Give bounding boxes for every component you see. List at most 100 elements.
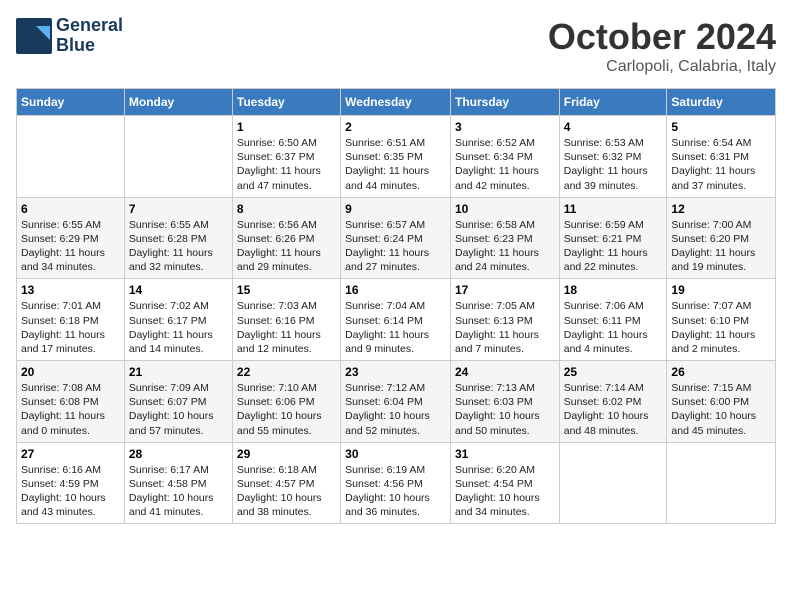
- title-block: October 2024 Carlopoli, Calabria, Italy: [548, 16, 776, 76]
- day-cell: 28 Sunrise: 6:17 AM Sunset: 4:58 PM Dayli…: [124, 442, 232, 524]
- day-number: 19: [671, 283, 771, 297]
- weekday-header-sunday: Sunday: [17, 89, 125, 116]
- day-cell: 29Sunrise: 6:18 AM Sunset: 4:57 PM Dayli…: [232, 442, 340, 524]
- day-cell: 2 Sunrise: 6:51 AM Sunset: 6:35 PM Daylig…: [341, 116, 451, 198]
- day-number: 9: [345, 202, 446, 216]
- location-title: Carlopoli, Calabria, Italy: [548, 58, 776, 76]
- day-cell: 9 Sunrise: 6:57 AM Sunset: 6:24 PM Daylig…: [341, 197, 451, 279]
- day-info: Sunrise: 6:54 AM Sunset: 6:31 PM Dayligh…: [671, 136, 771, 193]
- day-cell: 14 Sunrise: 7:02 AM Sunset: 6:17 PM Dayli…: [124, 279, 232, 361]
- day-info: Sunrise: 7:14 AM Sunset: 6:02 PM Dayligh…: [564, 381, 663, 438]
- day-cell: 21 Sunrise: 7:09 AM Sunset: 6:07 PM Dayli…: [124, 361, 232, 443]
- day-number: 26: [671, 365, 771, 379]
- day-number: 3: [455, 120, 555, 134]
- day-cell: 16 Sunrise: 7:04 AM Sunset: 6:14 PM Dayli…: [341, 279, 451, 361]
- day-cell: 19Sunrise: 7:07 AM Sunset: 6:10 PM Dayli…: [667, 279, 776, 361]
- day-info: Sunrise: 6:57 AM Sunset: 6:24 PM Dayligh…: [345, 218, 446, 275]
- day-info: Sunrise: 6:51 AM Sunset: 6:35 PM Dayligh…: [345, 136, 446, 193]
- week-row-4: 27 Sunrise: 6:16 AM Sunset: 4:59 PM Dayli…: [17, 442, 776, 524]
- day-cell: 12Sunrise: 7:00 AM Sunset: 6:20 PM Dayli…: [667, 197, 776, 279]
- day-number: 10: [455, 202, 555, 216]
- day-number: 24: [455, 365, 555, 379]
- day-info: Sunrise: 7:04 AM Sunset: 6:14 PM Dayligh…: [345, 299, 446, 356]
- day-info: Sunrise: 7:00 AM Sunset: 6:20 PM Dayligh…: [671, 218, 771, 275]
- day-cell: 10 Sunrise: 6:58 AM Sunset: 6:23 PM Dayli…: [450, 197, 559, 279]
- day-number: 7: [129, 202, 228, 216]
- day-info: Sunrise: 7:02 AM Sunset: 6:17 PM Dayligh…: [129, 299, 228, 356]
- day-cell: 8Sunrise: 6:56 AM Sunset: 6:26 PM Daylig…: [232, 197, 340, 279]
- day-info: Sunrise: 6:18 AM Sunset: 4:57 PM Dayligh…: [237, 463, 336, 520]
- day-cell: 15 Sunrise: 7:03 AM Sunset: 6:16 PM Dayli…: [232, 279, 340, 361]
- weekday-header-tuesday: Tuesday: [232, 89, 340, 116]
- day-info: Sunrise: 7:03 AM Sunset: 6:16 PM Dayligh…: [237, 299, 336, 356]
- day-info: Sunrise: 7:05 AM Sunset: 6:13 PM Dayligh…: [455, 299, 555, 356]
- day-info: Sunrise: 7:09 AM Sunset: 6:07 PM Dayligh…: [129, 381, 228, 438]
- logo-icon: [16, 18, 52, 54]
- week-row-1: 6 Sunrise: 6:55 AM Sunset: 6:29 PM Daylig…: [17, 197, 776, 279]
- day-info: Sunrise: 7:01 AM Sunset: 6:18 PM Dayligh…: [21, 299, 120, 356]
- week-row-2: 13Sunrise: 7:01 AM Sunset: 6:18 PM Dayli…: [17, 279, 776, 361]
- day-number: 4: [564, 120, 663, 134]
- weekday-header-thursday: Thursday: [450, 89, 559, 116]
- day-cell: 23 Sunrise: 7:12 AM Sunset: 6:04 PM Dayli…: [341, 361, 451, 443]
- logo-text: General Blue: [56, 16, 123, 56]
- day-number: 14: [129, 283, 228, 297]
- day-number: 23: [345, 365, 446, 379]
- weekday-header-friday: Friday: [559, 89, 667, 116]
- day-cell: 26Sunrise: 7:15 AM Sunset: 6:00 PM Dayli…: [667, 361, 776, 443]
- day-number: 25: [564, 365, 663, 379]
- day-number: 5: [671, 120, 771, 134]
- day-number: 31: [455, 447, 555, 461]
- day-cell: 27 Sunrise: 6:16 AM Sunset: 4:59 PM Dayli…: [17, 442, 125, 524]
- weekday-header-wednesday: Wednesday: [341, 89, 451, 116]
- day-number: 8: [237, 202, 336, 216]
- day-number: 16: [345, 283, 446, 297]
- weekday-header-monday: Monday: [124, 89, 232, 116]
- day-info: Sunrise: 6:59 AM Sunset: 6:21 PM Dayligh…: [564, 218, 663, 275]
- day-info: Sunrise: 6:17 AM Sunset: 4:58 PM Dayligh…: [129, 463, 228, 520]
- day-info: Sunrise: 6:19 AM Sunset: 4:56 PM Dayligh…: [345, 463, 446, 520]
- day-cell: 7Sunrise: 6:55 AM Sunset: 6:28 PM Daylig…: [124, 197, 232, 279]
- logo-line1: General: [56, 16, 123, 36]
- day-number: 28: [129, 447, 228, 461]
- day-info: Sunrise: 6:58 AM Sunset: 6:23 PM Dayligh…: [455, 218, 555, 275]
- page-header: General Blue October 2024 Carlopoli, Cal…: [16, 16, 776, 76]
- day-number: 6: [21, 202, 120, 216]
- week-row-0: 1 Sunrise: 6:50 AM Sunset: 6:37 PM Daylig…: [17, 116, 776, 198]
- calendar-header: SundayMondayTuesdayWednesdayThursdayFrid…: [17, 89, 776, 116]
- month-title: October 2024: [548, 16, 776, 58]
- day-info: Sunrise: 6:55 AM Sunset: 6:29 PM Dayligh…: [21, 218, 120, 275]
- day-number: 11: [564, 202, 663, 216]
- day-cell: 22Sunrise: 7:10 AM Sunset: 6:06 PM Dayli…: [232, 361, 340, 443]
- day-number: 21: [129, 365, 228, 379]
- day-info: Sunrise: 7:12 AM Sunset: 6:04 PM Dayligh…: [345, 381, 446, 438]
- day-info: Sunrise: 7:08 AM Sunset: 6:08 PM Dayligh…: [21, 381, 120, 438]
- calendar: SundayMondayTuesdayWednesdayThursdayFrid…: [16, 88, 776, 524]
- day-info: Sunrise: 6:20 AM Sunset: 4:54 PM Dayligh…: [455, 463, 555, 520]
- day-number: 1: [237, 120, 336, 134]
- calendar-body: 1 Sunrise: 6:50 AM Sunset: 6:37 PM Daylig…: [17, 116, 776, 524]
- day-cell: 3 Sunrise: 6:52 AM Sunset: 6:34 PM Daylig…: [450, 116, 559, 198]
- day-info: Sunrise: 6:52 AM Sunset: 6:34 PM Dayligh…: [455, 136, 555, 193]
- day-cell: 17Sunrise: 7:05 AM Sunset: 6:13 PM Dayli…: [450, 279, 559, 361]
- day-info: Sunrise: 6:16 AM Sunset: 4:59 PM Dayligh…: [21, 463, 120, 520]
- day-cell: 24 Sunrise: 7:13 AM Sunset: 6:03 PM Dayli…: [450, 361, 559, 443]
- day-number: 15: [237, 283, 336, 297]
- weekday-header-saturday: Saturday: [667, 89, 776, 116]
- day-cell: 4Sunrise: 6:53 AM Sunset: 6:32 PM Daylig…: [559, 116, 667, 198]
- day-info: Sunrise: 7:13 AM Sunset: 6:03 PM Dayligh…: [455, 381, 555, 438]
- day-cell: 13Sunrise: 7:01 AM Sunset: 6:18 PM Dayli…: [17, 279, 125, 361]
- logo-line2: Blue: [56, 36, 123, 56]
- day-number: 27: [21, 447, 120, 461]
- day-cell: [559, 442, 667, 524]
- weekday-row: SundayMondayTuesdayWednesdayThursdayFrid…: [17, 89, 776, 116]
- day-number: 2: [345, 120, 446, 134]
- day-cell: 5 Sunrise: 6:54 AM Sunset: 6:31 PM Daylig…: [667, 116, 776, 198]
- day-cell: 6 Sunrise: 6:55 AM Sunset: 6:29 PM Daylig…: [17, 197, 125, 279]
- day-cell: 18Sunrise: 7:06 AM Sunset: 6:11 PM Dayli…: [559, 279, 667, 361]
- week-row-3: 20Sunrise: 7:08 AM Sunset: 6:08 PM Dayli…: [17, 361, 776, 443]
- day-info: Sunrise: 7:06 AM Sunset: 6:11 PM Dayligh…: [564, 299, 663, 356]
- day-cell: 11 Sunrise: 6:59 AM Sunset: 6:21 PM Dayli…: [559, 197, 667, 279]
- day-cell: [124, 116, 232, 198]
- day-info: Sunrise: 6:50 AM Sunset: 6:37 PM Dayligh…: [237, 136, 336, 193]
